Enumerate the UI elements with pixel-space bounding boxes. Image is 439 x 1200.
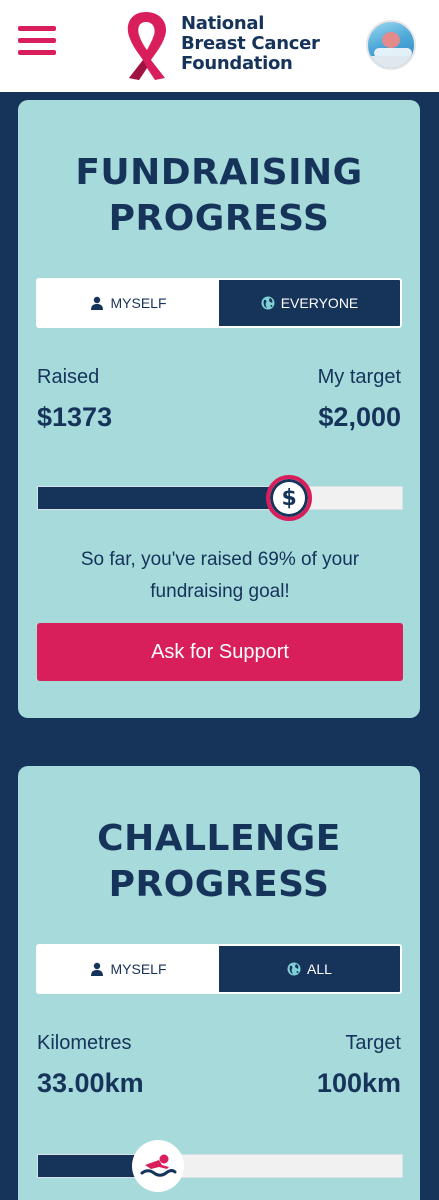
title-line: FUNDRAISING <box>75 152 363 193</box>
toggle-label: MYSELF <box>110 961 167 977</box>
challenge-title: CHALLENGE PROGRESS <box>18 816 420 908</box>
toggle-label: EVERYONE <box>280 295 359 311</box>
challenge-target-label: Target <box>345 1032 401 1054</box>
logo-line: National <box>181 13 265 34</box>
pink-ribbon-icon <box>127 12 167 80</box>
challenge-progress-card: CHALLENGE PROGRESS MYSELF ALL Kilometres… <box>18 766 420 1200</box>
logo-line: Breast Cancer <box>181 33 320 54</box>
raised-value: $1373 <box>37 402 113 432</box>
person-icon <box>91 296 104 310</box>
challenge-scope-toggle: MYSELF ALL <box>36 944 402 994</box>
menu-bar <box>18 50 56 55</box>
hamburger-menu-icon[interactable] <box>18 26 56 56</box>
toggle-label: MYSELF <box>110 295 167 311</box>
progress-message: So far, you've raised 69% of your fundra… <box>37 544 403 608</box>
ask-for-support-button[interactable]: Ask for Support <box>37 623 403 681</box>
logo-line: Foundation <box>181 53 293 74</box>
toggle-myself[interactable]: MYSELF <box>38 946 219 992</box>
fundraising-scope-toggle: MYSELF EVERYONE <box>36 278 402 328</box>
dollar-marker-icon: $ <box>266 475 313 521</box>
fundraising-progress-card: FUNDRAISING PROGRESS MYSELF EVERYONE Rai… <box>18 100 420 718</box>
avatar-photo-detail <box>382 32 400 48</box>
menu-bar <box>18 38 56 43</box>
globe-icon <box>287 962 301 976</box>
progress-message-line: fundraising goal! <box>150 581 290 602</box>
toggle-label: ALL <box>307 961 332 977</box>
swimmer-marker <box>132 1140 185 1192</box>
title-line: CHALLENGE <box>97 818 341 859</box>
raised-label: Raised <box>37 366 100 388</box>
avatar-photo-detail <box>368 56 414 68</box>
challenge-target-value: 100km <box>316 1068 401 1098</box>
toggle-myself[interactable]: MYSELF <box>38 280 219 326</box>
title-line: PROGRESS <box>108 198 330 239</box>
person-icon <box>91 962 104 976</box>
swimmer-icon <box>140 1154 177 1177</box>
fundraising-title: FUNDRAISING PROGRESS <box>18 150 420 242</box>
menu-bar <box>18 26 56 31</box>
dollar-symbol: $ <box>281 485 297 511</box>
kilometres-value: 33.00km <box>37 1068 144 1098</box>
target-label: My target <box>317 366 401 388</box>
toggle-all[interactable]: ALL <box>219 946 400 992</box>
logo-wordmark: National Breast Cancer Foundation <box>181 14 320 74</box>
progress-message-line: So far, you've raised 69% of your <box>80 549 360 570</box>
nbcf-logo[interactable]: National Breast Cancer Foundation <box>117 8 327 82</box>
target-value: $2,000 <box>318 402 401 432</box>
app-header: National Breast Cancer Foundation <box>0 0 439 92</box>
title-line: PROGRESS <box>108 864 330 905</box>
toggle-everyone[interactable]: EVERYONE <box>219 280 400 326</box>
globe-icon <box>261 296 275 310</box>
challenge-progress-bar <box>37 1140 403 1192</box>
user-avatar[interactable] <box>366 20 416 70</box>
kilometres-label: Kilometres <box>37 1032 132 1054</box>
fundraising-progress-bar: $ <box>37 475 403 521</box>
progress-fill <box>38 487 290 509</box>
